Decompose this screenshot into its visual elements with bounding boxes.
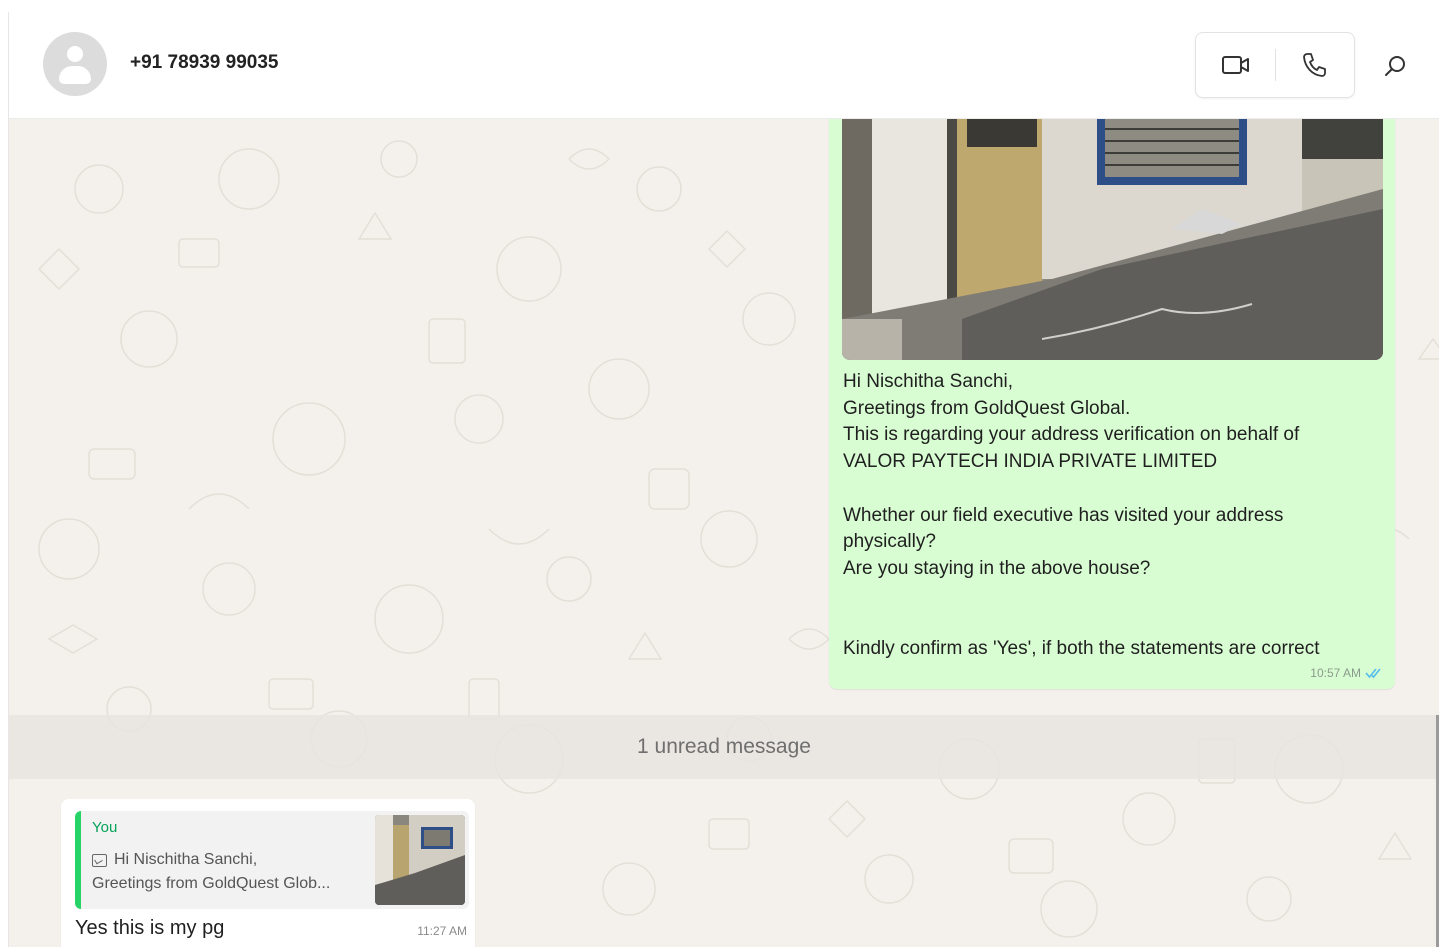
chat-header: +91 78939 99035 [9, 12, 1439, 119]
image-icon [92, 853, 107, 867]
contact-name[interactable]: +91 78939 99035 [130, 52, 278, 74]
avatar-head [67, 46, 83, 62]
outgoing-message-text: Hi Nischitha Sanchi, Greetings from Gold… [843, 371, 1320, 660]
incoming-message-text: Yes this is my pg [75, 917, 225, 939]
search-icon [1385, 56, 1405, 76]
unread-divider-label: 1 unread message [637, 735, 811, 758]
quoted-line-2: Greetings from GoldQuest Glob... [92, 875, 331, 892]
house-thumbnail-image [375, 815, 465, 905]
contact-avatar[interactable] [43, 32, 107, 96]
voice-call-button[interactable] [1294, 47, 1334, 83]
quoted-message[interactable]: You Hi Nischitha Sanchi, Greetings from … [75, 811, 469, 909]
photo-of-house [842, 119, 1383, 360]
chat-window: +91 78939 99035 Hi Nischitha Sanchi, Gre… [8, 12, 1439, 947]
outgoing-message-bubble[interactable]: Hi Nischitha Sanchi, Greetings from Gold… [829, 119, 1395, 689]
scrollbar[interactable] [1436, 715, 1439, 947]
chat-area[interactable]: Hi Nischitha Sanchi, Greetings from Gold… [9, 119, 1439, 947]
quoted-line-1: Hi Nischitha Sanchi, [92, 851, 257, 869]
quoted-line-1-text: Hi Nischitha Sanchi, [114, 851, 258, 868]
quoted-author: You [92, 819, 118, 836]
unread-divider: 1 unread message [9, 715, 1439, 779]
quoted-thumbnail [375, 815, 465, 905]
double-check-read-icon [1365, 668, 1381, 679]
video-call-button[interactable] [1216, 47, 1256, 83]
search-button[interactable] [1375, 46, 1415, 86]
call-group-divider [1275, 49, 1276, 81]
call-buttons-group [1195, 32, 1355, 98]
phone-icon [1303, 53, 1326, 77]
house-photo[interactable] [842, 119, 1383, 360]
outgoing-message-time: 10:57 AM [1310, 666, 1361, 680]
video-camera-icon [1222, 56, 1249, 74]
incoming-message-time: 11:27 AM [417, 924, 467, 938]
incoming-message-bubble[interactable]: You Hi Nischitha Sanchi, Greetings from … [61, 799, 475, 947]
avatar-body [59, 66, 91, 84]
